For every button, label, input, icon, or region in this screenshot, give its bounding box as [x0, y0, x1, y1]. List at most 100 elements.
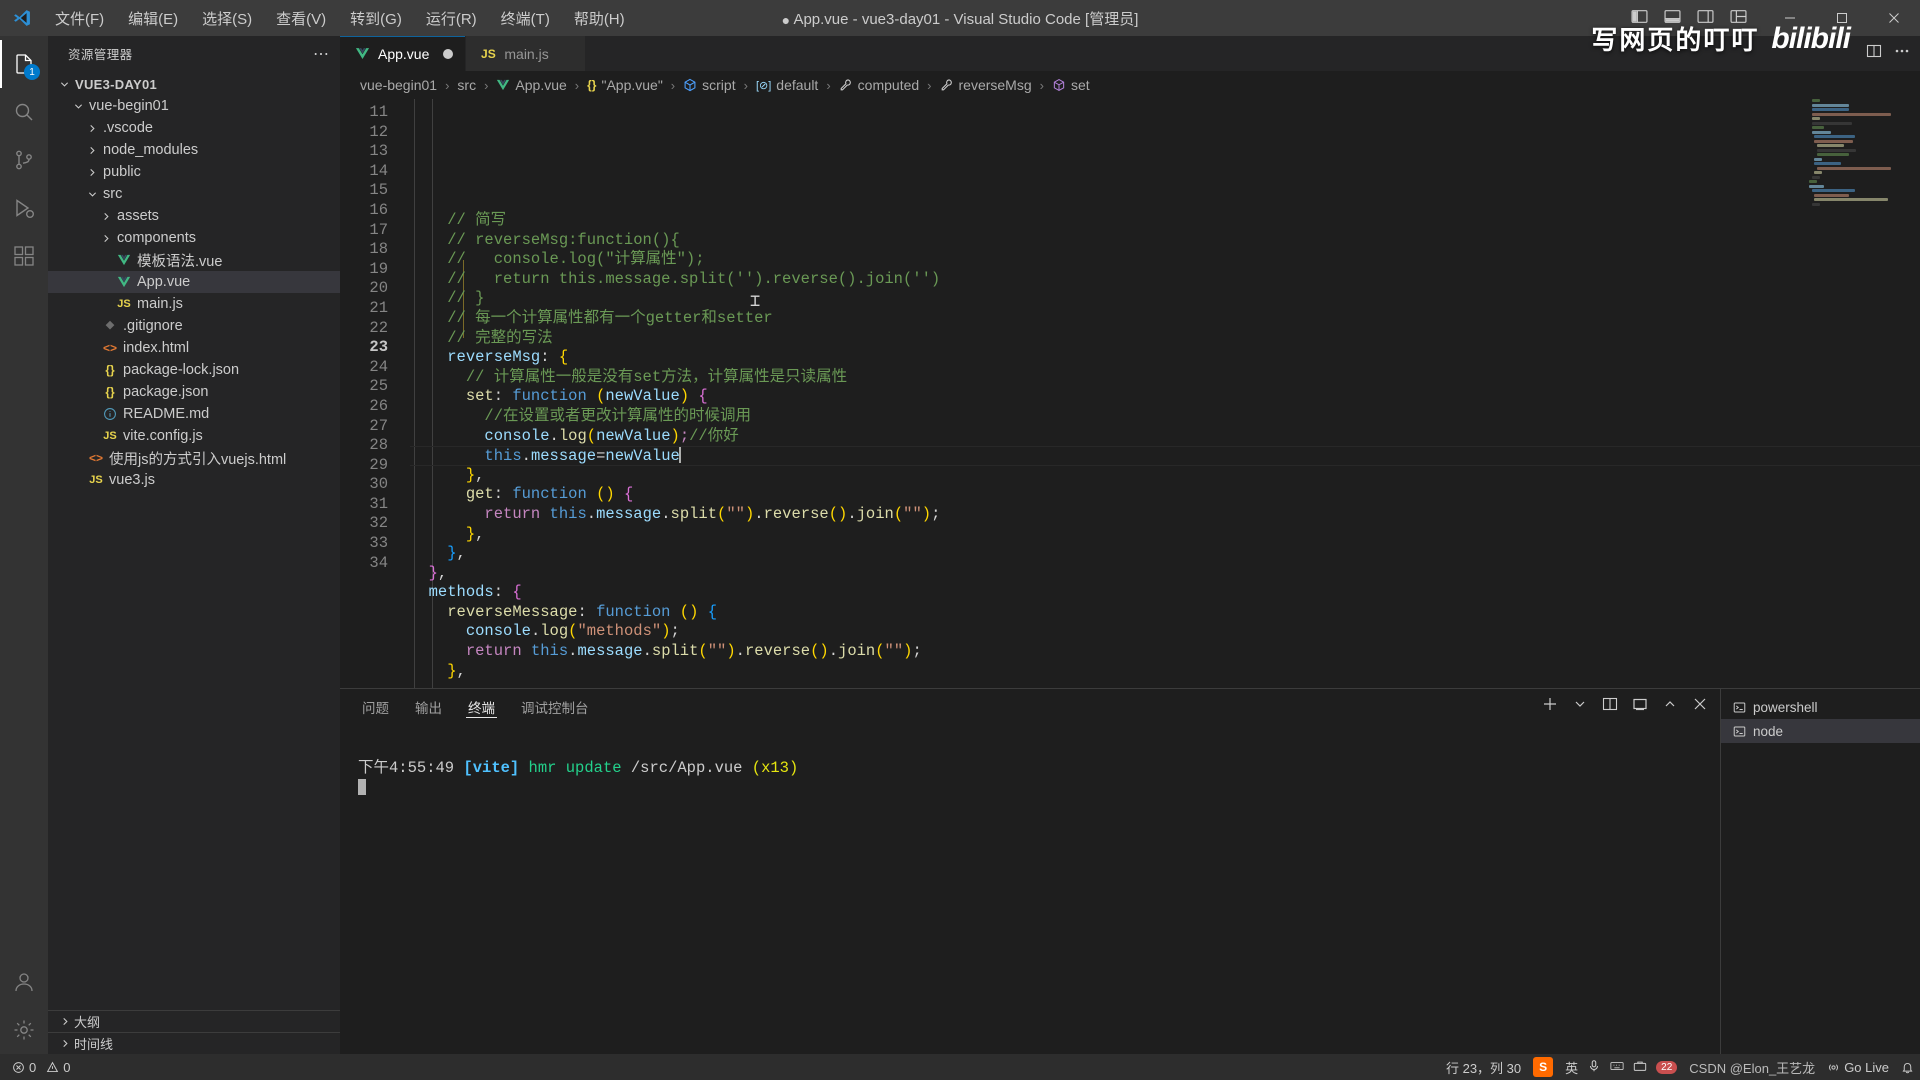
tree-item-assets[interactable]: assets: [48, 205, 340, 227]
code-line[interactable]: reverseMessage: function () {: [410, 603, 1920, 623]
tree-item-package.json[interactable]: {} package.json: [48, 381, 340, 403]
breadcrumb-item-vue-begin01[interactable]: vue-begin01: [358, 77, 439, 93]
timeline-section[interactable]: 时间线: [48, 1032, 340, 1054]
customize-layout-icon[interactable]: [1729, 8, 1748, 29]
terminal-instance-powershell[interactable]: powershell: [1721, 695, 1920, 719]
activitybar-extensions[interactable]: [0, 232, 48, 280]
code-editor[interactable]: 11 12 13 14 15 16 17 18 19 20 21 22 23 24 25 26 27 28 29 30…: [340, 99, 1920, 688]
go-live-button[interactable]: Go Live: [1827, 1060, 1889, 1075]
keyboard-icon[interactable]: [1610, 1059, 1624, 1076]
activitybar-source-control[interactable]: [0, 136, 48, 184]
toggle-secondary-sidebar-icon[interactable]: [1696, 8, 1715, 29]
sidebar-more-actions[interactable]: ⋯: [313, 44, 330, 64]
code-line[interactable]: // console.log("计算属性");: [410, 250, 1920, 270]
toggle-primary-sidebar-icon[interactable]: [1630, 8, 1649, 29]
code-line[interactable]: set: function (newValue) {: [410, 387, 1920, 407]
kill-terminal-icon[interactable]: [1632, 696, 1648, 717]
toolbox-icon[interactable]: [1633, 1059, 1647, 1076]
menu-go[interactable]: 转到(G): [339, 4, 413, 33]
file-tree[interactable]: VUE3-DAY01 vue-begin01 .vscode node_modules…: [48, 71, 340, 1010]
tree-item-components[interactable]: components: [48, 227, 340, 249]
activitybar-search[interactable]: [0, 88, 48, 136]
code-line[interactable]: // return this.message.split('').reverse…: [410, 270, 1920, 290]
code-line[interactable]: this.message=newValue: [410, 446, 1920, 466]
ime-notification-badge[interactable]: 22: [1656, 1060, 1678, 1074]
code-line[interactable]: },: [410, 466, 1920, 486]
code-line[interactable]: return this.message.split("").reverse().…: [410, 505, 1920, 525]
tree-item-node_modules[interactable]: node_modules: [48, 139, 340, 161]
tree-item-使用js的方式引入vuejs.html[interactable]: <> 使用js的方式引入vuejs.html: [48, 447, 340, 469]
code-line[interactable]: //在设置或者更改计算属性的时候调用: [410, 407, 1920, 427]
terminal-instance-node[interactable]: node: [1721, 719, 1920, 743]
cursor-position[interactable]: 行 23，列 30: [1446, 1058, 1521, 1077]
code-content[interactable]: ⌶ // 简写 // reverseMsg:function(){ // con…: [410, 99, 1920, 688]
tree-item-index.html[interactable]: <> index.html: [48, 337, 340, 359]
menu-selection[interactable]: 选择(S): [191, 4, 263, 33]
editor-vertical-scrollbar[interactable]: [1906, 99, 1920, 688]
breadcrumb-item-Appvue[interactable]: {} "App.vue": [585, 77, 665, 93]
terminal-dropdown-icon[interactable]: [1572, 696, 1588, 717]
tree-item-README.md[interactable]: README.md: [48, 403, 340, 425]
tree-item-vue-begin01[interactable]: vue-begin01: [48, 95, 340, 117]
code-line[interactable]: // 计算属性一般是没有set方法，计算属性是只读属性: [410, 368, 1920, 388]
menu-help[interactable]: 帮助(H): [563, 4, 636, 33]
notifications-bell[interactable]: [1901, 1061, 1914, 1074]
breadcrumb-item-reverseMsg[interactable]: reverseMsg: [938, 77, 1034, 93]
code-line[interactable]: },: [410, 564, 1920, 584]
code-line[interactable]: get: function () {: [410, 485, 1920, 505]
panel-tab-output[interactable]: 输出: [413, 689, 444, 724]
activitybar-run-debug[interactable]: [0, 184, 48, 232]
tab-app-vue[interactable]: App.vue: [340, 36, 467, 71]
code-line[interactable]: console.log(newValue);//你好: [410, 427, 1920, 447]
tree-item-public[interactable]: public: [48, 161, 340, 183]
menu-edit[interactable]: 编辑(E): [117, 4, 189, 33]
tab-dirty-indicator[interactable]: [443, 48, 454, 59]
breadcrumb-item-src[interactable]: src: [455, 77, 478, 93]
code-line[interactable]: // }: [410, 289, 1920, 309]
menu-view[interactable]: 查看(V): [265, 4, 337, 33]
breadcrumb-item-set[interactable]: set: [1050, 77, 1092, 93]
panel-tab-debug-console[interactable]: 调试控制台: [519, 689, 591, 724]
split-terminal-icon[interactable]: [1602, 696, 1618, 717]
code-line[interactable]: },: [410, 544, 1920, 564]
breadcrumb[interactable]: vue-begin01 › src › App.vue › {} "App.vue" › scri…: [340, 71, 1920, 99]
status-problems[interactable]: 0 0: [12, 1060, 70, 1075]
maximize-button[interactable]: [1816, 0, 1868, 36]
toggle-panel-icon[interactable]: [1663, 8, 1682, 29]
close-button[interactable]: [1868, 0, 1920, 36]
panel-tab-terminal[interactable]: 终端: [466, 689, 497, 724]
tree-item-VUE3-DAY01[interactable]: VUE3-DAY01: [48, 73, 340, 95]
breadcrumb-item-script[interactable]: script: [681, 77, 737, 93]
close-panel-icon[interactable]: [1692, 696, 1708, 717]
tree-item-package-lock.json[interactable]: {} package-lock.json: [48, 359, 340, 381]
activitybar-settings[interactable]: [0, 1006, 48, 1054]
minimize-button[interactable]: [1764, 0, 1816, 36]
tree-item-main.js[interactable]: JS main.js: [48, 293, 340, 315]
code-line[interactable]: },: [410, 662, 1920, 682]
code-line[interactable]: console.log("methods");: [410, 622, 1920, 642]
tab-main-js[interactable]: JS main.js: [466, 36, 587, 71]
tree-item-.vscode[interactable]: .vscode: [48, 117, 340, 139]
code-line[interactable]: methods: {: [410, 583, 1920, 603]
code-line[interactable]: // 简写: [410, 211, 1920, 231]
menu-terminal[interactable]: 终端(T): [490, 4, 561, 33]
menu-file[interactable]: 文件(F): [44, 4, 115, 33]
activitybar-explorer[interactable]: 1: [0, 40, 48, 88]
tree-item-src[interactable]: src: [48, 183, 340, 205]
code-line[interactable]: // 每一个计算属性都有一个getter和setter: [410, 309, 1920, 329]
code-line[interactable]: reverseMsg: {: [410, 348, 1920, 368]
breadcrumb-item-computed[interactable]: computed: [837, 77, 921, 93]
menu-run[interactable]: 运行(R): [415, 4, 488, 33]
new-terminal-icon[interactable]: [1542, 696, 1558, 717]
sogou-ime-icon[interactable]: S: [1533, 1057, 1554, 1077]
tree-item-vue3.js[interactable]: JS vue3.js: [48, 469, 340, 491]
microphone-icon[interactable]: [1587, 1059, 1601, 1076]
activitybar-accounts[interactable]: [0, 958, 48, 1006]
tree-item-模板语法.vue[interactable]: 模板语法.vue: [48, 249, 340, 271]
breadcrumb-item-default[interactable]: [⊘] default: [754, 77, 820, 93]
terminal-output[interactable]: 下午4:55:49 [vite] hmr update /src/App.vue…: [340, 724, 1720, 1054]
ime-language[interactable]: 英: [1565, 1058, 1578, 1077]
tree-item-.gitignore[interactable]: .gitignore: [48, 315, 340, 337]
tree-item-App.vue[interactable]: App.vue: [48, 271, 340, 293]
code-line[interactable]: },: [410, 525, 1920, 545]
